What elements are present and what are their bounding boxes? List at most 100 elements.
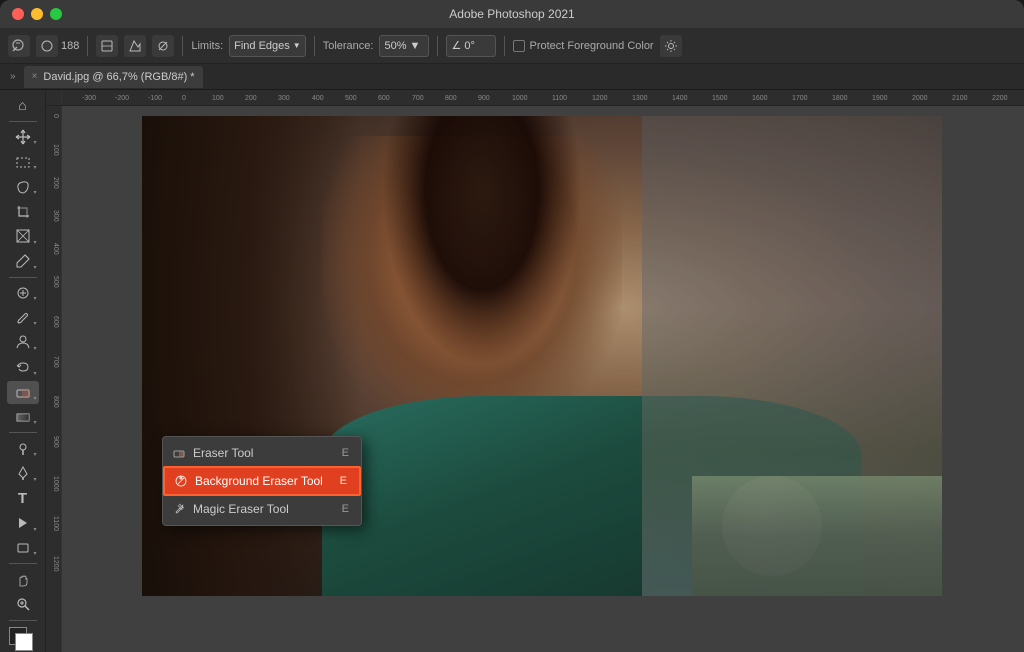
tab-close-icon[interactable]: ×	[32, 71, 38, 82]
ruler-v-mark: 0	[52, 114, 59, 118]
app-title: Adobe Photoshop 2021	[449, 7, 574, 21]
text-tool[interactable]: T	[7, 487, 39, 510]
lasso-tool[interactable]: ▾	[7, 175, 39, 198]
stamp-tool[interactable]: ▾	[7, 331, 39, 354]
shape-tool[interactable]: ▾	[7, 537, 39, 560]
angle-value: 0°	[464, 40, 475, 52]
frame-tool[interactable]: ▾	[7, 225, 39, 248]
brush-preview	[36, 35, 58, 57]
options-bar: 188 Limits: Find Edges ▼ Tolerance: 50% …	[0, 28, 1024, 64]
ruler-h-mark: 100	[212, 95, 224, 102]
brush-size-control[interactable]: 188	[36, 35, 79, 57]
ruler-h-mark: 1000	[512, 95, 528, 102]
marquee-tool[interactable]: ▾	[7, 150, 39, 173]
ruler-h-mark: 900	[478, 95, 490, 102]
ruler-h-mark: 1700	[792, 95, 808, 102]
current-tool-icon[interactable]	[8, 35, 30, 57]
ruler-v-mark: 900	[52, 436, 59, 448]
ruler-h-mark: -200	[115, 95, 129, 102]
zoom-tool[interactable]	[7, 593, 39, 616]
ruler-h-mark: 0	[182, 95, 186, 102]
protect-foreground-checkbox[interactable]	[513, 40, 525, 52]
ruler-h-mark: 1800	[832, 95, 848, 102]
hand-tool[interactable]	[7, 568, 39, 591]
ruler-h-mark: 1100	[552, 95, 567, 102]
canvas-area: -300 -200 -100 0 100 200 300 400 500 600…	[46, 90, 1024, 652]
limits-dropdown[interactable]: Find Edges ▼	[229, 35, 306, 57]
brush-size-value: 188	[61, 40, 79, 52]
limits-chevron: ▼	[293, 41, 301, 50]
ruler-h-mark: 600	[378, 95, 390, 102]
tolerance-label: Tolerance:	[323, 40, 374, 52]
separator-5	[504, 36, 505, 56]
minimize-button[interactable]	[31, 8, 43, 20]
limits-value: Find Edges	[234, 40, 290, 52]
ruler-h-track: -300 -200 -100 0 100 200 300 400 500 600…	[62, 90, 1024, 106]
pen-tool[interactable]: ▾	[7, 462, 39, 485]
toolbar-sep-5	[9, 620, 37, 621]
brush-mode-3[interactable]	[152, 35, 174, 57]
main-area: ⌂ ▾ ▾ ▾ ▾ ▾ ▾ ▾	[0, 90, 1024, 652]
ruler-corner	[46, 90, 62, 106]
ruler-h-mark: 2200	[992, 95, 1008, 102]
crop-tool[interactable]	[7, 200, 39, 223]
ruler-v-mark: 1200	[52, 556, 59, 572]
limits-label: Limits:	[191, 40, 223, 52]
ruler-h-mark: 2100	[952, 95, 968, 102]
ruler-v-mark: 600	[52, 316, 59, 328]
magic-eraser-tool-menu-item[interactable]: Magic Eraser Tool E	[163, 496, 361, 522]
ruler-v-mark: 1100	[52, 516, 59, 531]
tab-bar: » × David.jpg @ 66,7% (RGB/8#) *	[0, 64, 1024, 90]
eraser-tool[interactable]: ▾	[7, 381, 39, 404]
ruler-vertical: 0 100 200 300 400 500 600 700 800 900 10…	[46, 106, 62, 652]
tab-expand[interactable]: »	[6, 71, 20, 82]
ruler-h-mark: -300	[82, 95, 96, 102]
ruler-h-mark: 300	[278, 95, 290, 102]
toolbar: ⌂ ▾ ▾ ▾ ▾ ▾ ▾ ▾	[0, 90, 46, 652]
dodge-tool[interactable]: ▾	[7, 437, 39, 460]
ruler-h-mark: 500	[345, 95, 357, 102]
maximize-button[interactable]	[50, 8, 62, 20]
protect-foreground-row[interactable]: Protect Foreground Color	[513, 40, 653, 52]
fg-bg-color[interactable]	[9, 627, 37, 648]
background-eraser-tool-menu-item[interactable]: Background Eraser Tool E	[163, 466, 361, 496]
home-button[interactable]: ⌂	[7, 94, 39, 117]
eraser-tool-menu-item[interactable]: Eraser Tool E	[163, 440, 361, 466]
tolerance-field[interactable]: 50% ▼	[379, 35, 429, 57]
ruler-horizontal: -300 -200 -100 0 100 200 300 400 500 600…	[46, 90, 1024, 106]
separator-3	[314, 36, 315, 56]
canvas-viewport[interactable]: Eraser Tool E Background Eraser Tool E	[62, 106, 1024, 652]
toolbar-sep-2	[9, 277, 37, 278]
ruler-h-mark: 1400	[672, 95, 688, 102]
ruler-h-mark: 2000	[912, 95, 928, 102]
tab-name: David.jpg @ 66,7% (RGB/8#) *	[43, 71, 194, 83]
brush-mode-1[interactable]	[96, 35, 118, 57]
path-select-tool[interactable]: ▾	[7, 512, 39, 535]
eraser-tool-shortcut: E	[342, 447, 349, 459]
brush-mode-2[interactable]	[124, 35, 146, 57]
angle-field[interactable]: ∠ 0°	[446, 35, 496, 57]
close-button[interactable]	[12, 8, 24, 20]
ruler-v-mark: 300	[52, 210, 59, 222]
heal-tool[interactable]: ▾	[7, 281, 39, 304]
ruler-v-mark: 800	[52, 396, 59, 408]
history-brush-tool[interactable]: ▾	[7, 356, 39, 379]
paint-brush-tool[interactable]: ▾	[7, 306, 39, 329]
protect-foreground-label: Protect Foreground Color	[529, 40, 653, 52]
magic-eraser-icon	[171, 501, 187, 517]
eyedropper-tool[interactable]: ▾	[7, 250, 39, 273]
settings-icon[interactable]	[660, 35, 682, 57]
tolerance-value: 50%	[384, 40, 406, 52]
background-eraser-shortcut: E	[340, 475, 347, 487]
ruler-h-mark: 700	[412, 95, 424, 102]
gradient-tool[interactable]: ▾	[7, 406, 39, 429]
separator-4	[437, 36, 438, 56]
toolbar-sep-3	[9, 432, 37, 433]
separator-1	[87, 36, 88, 56]
tab-david[interactable]: × David.jpg @ 66,7% (RGB/8#) *	[24, 66, 203, 88]
background-eraser-label: Background Eraser Tool	[195, 474, 334, 488]
move-tool[interactable]: ▾	[7, 126, 39, 149]
toolbar-sep-4	[9, 563, 37, 564]
context-menu: Eraser Tool E Background Eraser Tool E	[162, 436, 362, 526]
magic-eraser-label: Magic Eraser Tool	[193, 502, 336, 516]
